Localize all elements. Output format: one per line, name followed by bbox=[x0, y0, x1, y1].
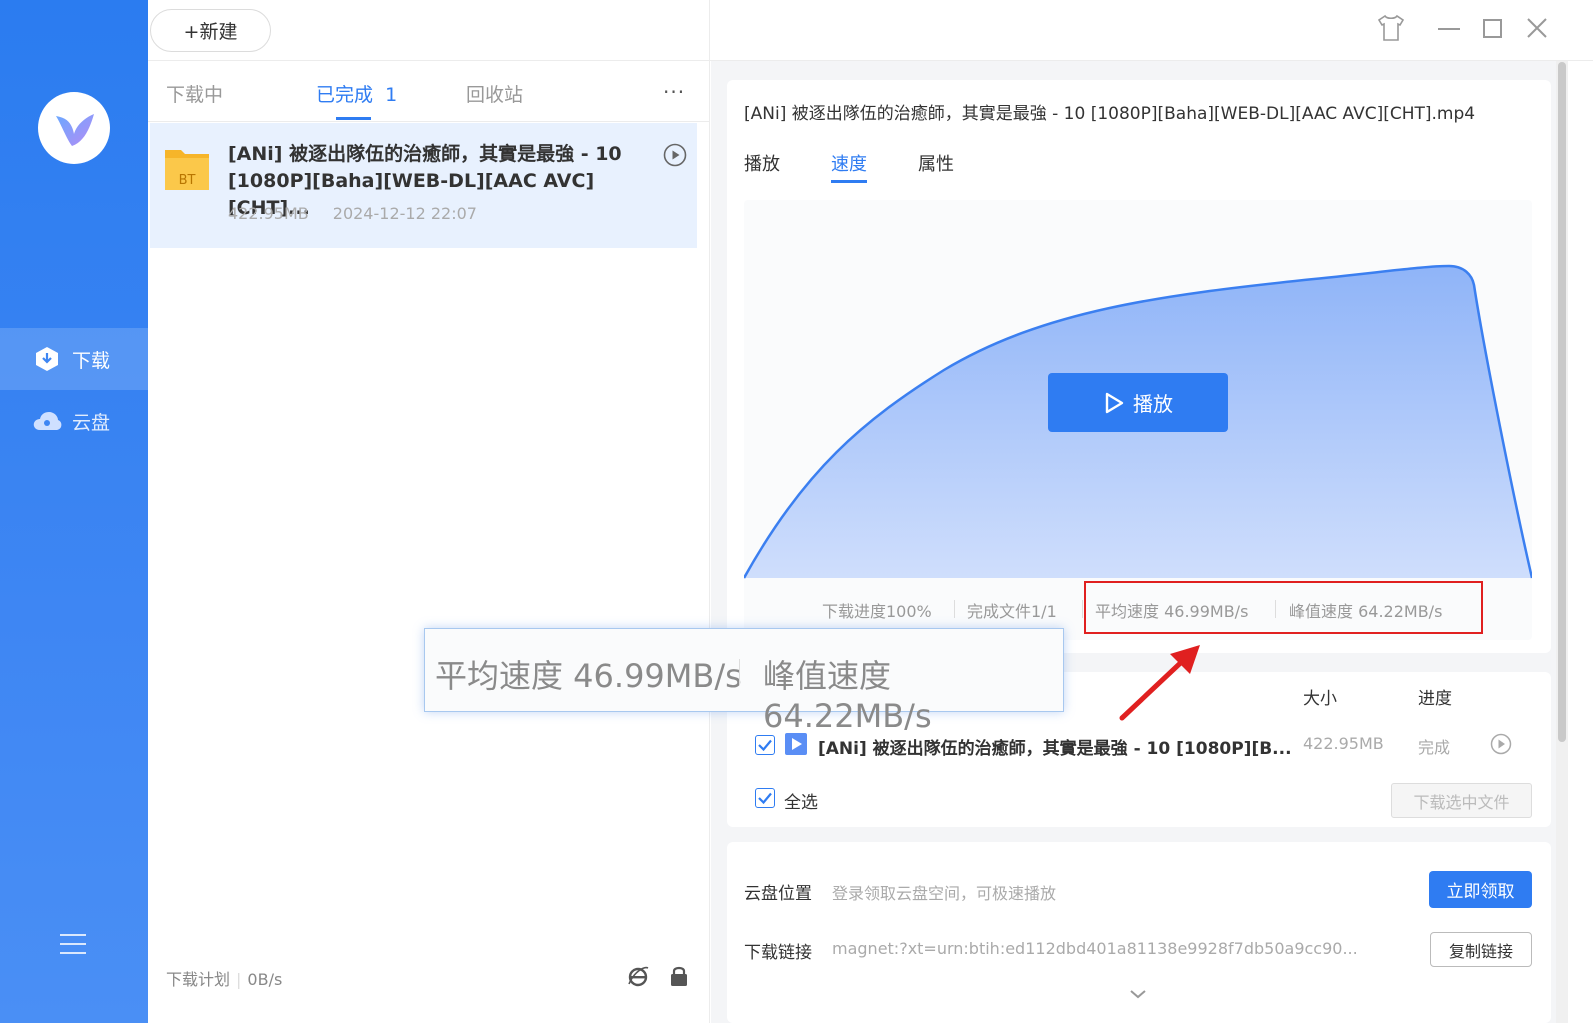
divider bbox=[1082, 600, 1083, 618]
play-circle-icon[interactable] bbox=[1490, 733, 1512, 759]
browser-icon[interactable] bbox=[626, 964, 650, 992]
cloud-location-value: 登录领取云盘空间，可极速播放 bbox=[832, 884, 1057, 903]
tab-completed[interactable]: 已完成 1 bbox=[316, 80, 397, 107]
download-plan[interactable]: 下载计划 | 0B/s bbox=[166, 966, 282, 990]
tab-properties[interactable]: 属性 bbox=[918, 150, 954, 176]
item-meta: 422.95MB 2024-12-12 22:07 bbox=[228, 204, 477, 223]
nav-item-label: 下载 bbox=[72, 349, 111, 372]
bt-folder-icon: BT bbox=[165, 146, 211, 196]
download-link-value: magnet:?xt=urn:btih:ed112dbd401a81138e99… bbox=[832, 939, 1358, 958]
tab-label: 已完成 bbox=[316, 84, 374, 106]
stat-files: 完成文件1/1 bbox=[967, 602, 1057, 621]
detail-file-name: [ANi] 被逐出隊伍的治癒師，其實是最強 - 10 [1080P][Baha]… bbox=[744, 104, 1476, 124]
cloud-location-label: 云盘位置 bbox=[744, 884, 812, 904]
tab-play[interactable]: 播放 bbox=[744, 150, 780, 176]
close-icon[interactable] bbox=[1526, 14, 1548, 46]
claim-now-button[interactable]: 立即领取 bbox=[1429, 871, 1532, 908]
check-icon bbox=[758, 792, 772, 805]
red-arrow-icon bbox=[1110, 640, 1210, 729]
hummingbird-icon bbox=[56, 114, 94, 146]
item-size: 422.95MB bbox=[228, 204, 309, 223]
skin-icon[interactable] bbox=[1376, 14, 1406, 46]
tab-speed[interactable]: 速度 bbox=[831, 150, 867, 176]
zoom-peak-speed: 峰值速度 64.22MB/s bbox=[763, 657, 932, 735]
download-shield-icon bbox=[32, 344, 62, 374]
active-tab-indicator bbox=[831, 180, 867, 183]
item-date: 2024-12-12 22:07 bbox=[332, 204, 477, 223]
current-speed: 0B/s bbox=[247, 970, 283, 989]
maximize-icon[interactable] bbox=[1482, 14, 1504, 46]
divider bbox=[739, 659, 740, 685]
copy-link-button[interactable]: 复制链接 bbox=[1430, 932, 1532, 967]
minimize-icon[interactable] bbox=[1437, 14, 1461, 46]
file-name: [ANi] 被逐出隊伍的治癒師，其實是最強 - 10 [1080P][B... bbox=[818, 739, 1292, 759]
bt-badge: BT bbox=[179, 173, 196, 188]
new-task-button[interactable]: +新建 bbox=[150, 9, 271, 52]
play-icon bbox=[1105, 392, 1124, 413]
task-tabs bbox=[148, 62, 710, 122]
select-all-checkbox[interactable] bbox=[755, 788, 775, 808]
more-icon[interactable]: ··· bbox=[663, 80, 685, 104]
play-circle-icon[interactable] bbox=[663, 143, 687, 171]
stat-progress: 下载进度100% bbox=[822, 602, 932, 621]
nav-item-cloud[interactable]: 云盘 bbox=[0, 390, 148, 452]
file-size: 422.95MB bbox=[1303, 734, 1384, 753]
cloud-icon bbox=[32, 406, 62, 436]
zoomed-stats-callout: 平均速度 46.99MB/s 峰值速度 64.22MB/s bbox=[424, 628, 1064, 735]
tab-count: 1 bbox=[385, 84, 398, 106]
play-label: 播放 bbox=[1133, 392, 1173, 416]
plan-label: 下载计划 bbox=[166, 970, 231, 989]
col-progress: 进度 bbox=[1418, 689, 1452, 709]
nav-item-download[interactable]: 下载 bbox=[0, 328, 148, 390]
hamburger-menu-icon[interactable] bbox=[60, 932, 88, 956]
divider bbox=[954, 600, 955, 618]
video-file-icon bbox=[785, 733, 807, 755]
tab-downloading[interactable]: 下载中 bbox=[166, 80, 223, 107]
download-link-label: 下载链接 bbox=[744, 943, 812, 963]
download-selected-button[interactable]: 下载选中文件 bbox=[1391, 783, 1532, 818]
highlight-box bbox=[1084, 581, 1483, 634]
col-size: 大小 bbox=[1303, 689, 1337, 709]
select-all-label[interactable]: 全选 bbox=[784, 788, 818, 813]
chevron-down-icon[interactable] bbox=[1128, 986, 1148, 1005]
play-button[interactable]: 播放 bbox=[1048, 373, 1228, 432]
check-icon bbox=[758, 739, 772, 752]
app-logo bbox=[38, 92, 110, 164]
scrollbar-thumb[interactable] bbox=[1558, 62, 1566, 742]
file-checkbox[interactable] bbox=[755, 735, 775, 755]
active-tab-indicator bbox=[336, 117, 371, 120]
zoom-avg-speed: 平均速度 46.99MB/s bbox=[435, 657, 742, 695]
file-progress: 完成 bbox=[1418, 738, 1451, 757]
left-nav: 下载 云盘 bbox=[0, 0, 148, 1023]
lock-icon[interactable] bbox=[669, 964, 689, 992]
nav-item-label: 云盘 bbox=[72, 411, 111, 434]
tab-recycle-bin[interactable]: 回收站 bbox=[466, 80, 523, 107]
